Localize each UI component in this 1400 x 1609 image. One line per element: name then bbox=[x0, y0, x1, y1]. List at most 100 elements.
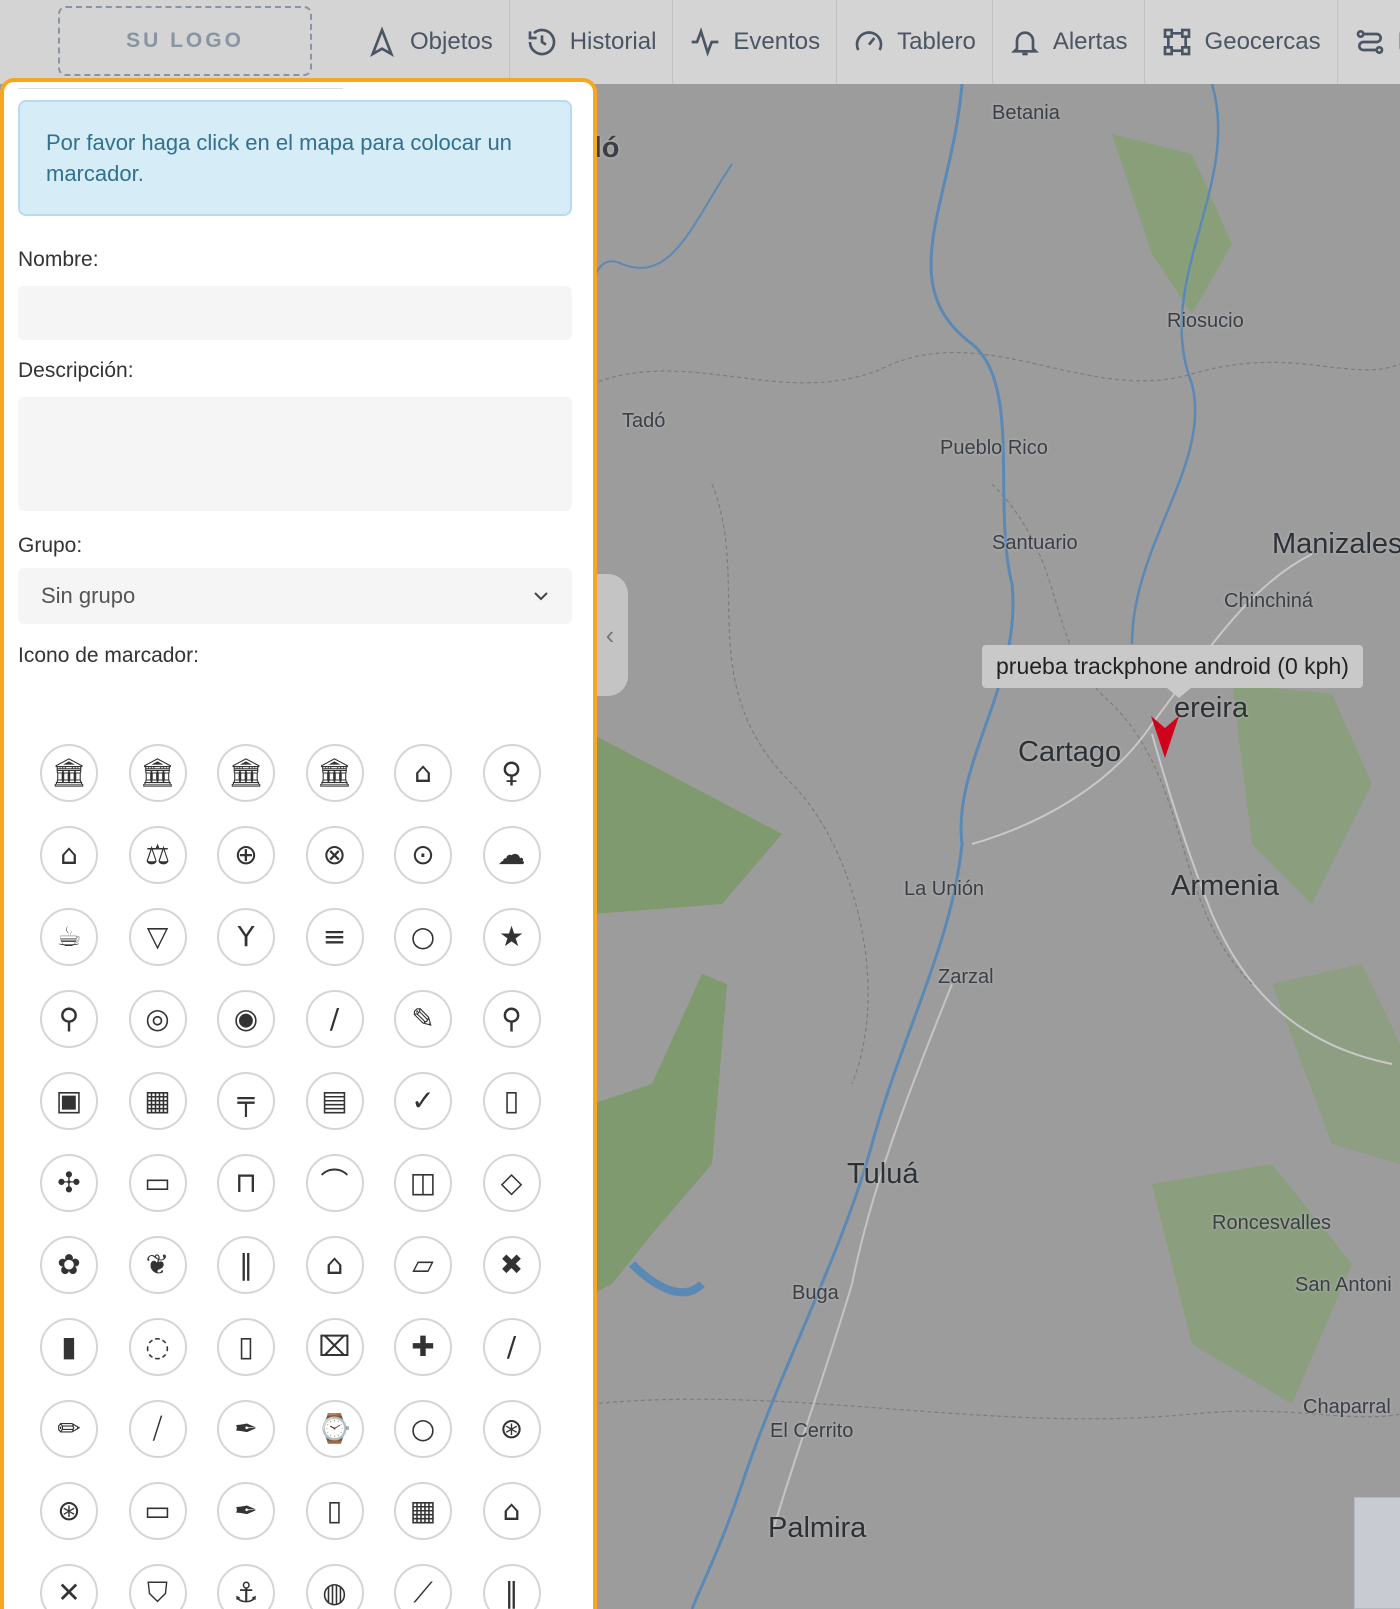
nav-historial[interactable]: Historial bbox=[510, 0, 674, 84]
marker-icon-option[interactable]: ⌧ bbox=[305, 1318, 364, 1376]
marker-icon-option[interactable]: ☕ bbox=[40, 908, 98, 966]
name-input[interactable] bbox=[18, 286, 572, 340]
marker-icon-option[interactable]: ▯ bbox=[305, 1482, 364, 1540]
fence-icon: ‖ bbox=[239, 1248, 253, 1281]
marker-icon-option[interactable]: ⚖ bbox=[128, 826, 187, 884]
marker-icon-option[interactable]: ✚ bbox=[394, 1318, 452, 1376]
marker-icon-option[interactable]: ⧸ bbox=[128, 1400, 187, 1458]
marker-icon-option[interactable]: / bbox=[482, 1318, 541, 1376]
bank-off-icon: 🏛 bbox=[316, 756, 353, 789]
map-control[interactable] bbox=[1354, 1497, 1400, 1609]
marker-icon-option[interactable]: ▱ bbox=[394, 1236, 452, 1294]
marker-icon-option[interactable]: ★ bbox=[482, 908, 541, 966]
nav-label: Historial bbox=[569, 28, 657, 55]
marker-icon-option[interactable]: ✎ bbox=[394, 990, 452, 1048]
marker-icon-option[interactable]: ⌂ bbox=[394, 744, 452, 802]
map-view[interactable]: Betania dó Riosucio Tadó Pueblo Rico San… bbox=[592, 84, 1400, 1609]
marker-icon-option[interactable]: / bbox=[305, 990, 364, 1048]
marker-icon-option[interactable]: ⛉ bbox=[128, 1564, 187, 1609]
marker-icon-option[interactable]: ⌚ bbox=[305, 1400, 364, 1458]
tire-icon: ⊛ bbox=[57, 1494, 81, 1527]
nav-alertas[interactable]: Alertas bbox=[993, 0, 1145, 84]
marker-icon-option[interactable]: ◌ bbox=[128, 1318, 187, 1376]
marker-icon-option[interactable]: ⌂ bbox=[305, 1236, 364, 1294]
marker-icon-option[interactable]: ⌂ bbox=[40, 826, 98, 884]
group-select[interactable]: Sin grupo bbox=[18, 568, 572, 624]
marker-icon-option[interactable]: ▽ bbox=[128, 908, 187, 966]
marker-icon-option[interactable]: 🏛 bbox=[217, 744, 275, 802]
marker-icon-option[interactable]: ✓ bbox=[394, 1072, 452, 1130]
marker-icon-option[interactable]: ✕ bbox=[40, 1564, 98, 1609]
marker-icon-option[interactable]: ⊗ bbox=[305, 826, 364, 884]
marker-icon-option[interactable]: ‖ bbox=[217, 1236, 275, 1294]
marker-icon-option[interactable]: ‖ bbox=[482, 1564, 541, 1609]
magnifier-icon: ⚲ bbox=[501, 1002, 522, 1035]
marker-icon-option[interactable]: ♀ bbox=[482, 744, 541, 802]
map-label: San Antoni bbox=[1295, 1274, 1392, 1296]
marker-icon-option[interactable]: ☁ bbox=[482, 826, 541, 884]
map-label: Palmira bbox=[768, 1512, 867, 1544]
marker-icon-option[interactable]: ○ bbox=[394, 908, 452, 966]
marker-icon-option[interactable]: 🏛 bbox=[40, 744, 98, 802]
logo-placeholder[interactable]: SU LOGO bbox=[58, 6, 312, 76]
device-tooltip: prueba trackphone android (0 kph) bbox=[982, 645, 1363, 698]
marker-icon-option[interactable]: ▮ bbox=[40, 1318, 98, 1376]
description-textarea[interactable] bbox=[18, 397, 572, 511]
marker-icon-option[interactable]: ⚲ bbox=[482, 990, 541, 1048]
marker-icon-option[interactable]: ✣ bbox=[40, 1154, 98, 1212]
marker-icon-option[interactable]: ▭ bbox=[128, 1482, 187, 1540]
marker-icon-option[interactable]: ╤ bbox=[217, 1072, 275, 1130]
marker-icon-option[interactable]: 🏛 bbox=[305, 744, 364, 802]
marker-icon-option[interactable]: ◎ bbox=[128, 990, 187, 1048]
marker-icon-option[interactable]: ❦ bbox=[128, 1236, 187, 1294]
marker-icon-option[interactable]: ✿ bbox=[40, 1236, 98, 1294]
marker-icon-option[interactable]: ✏ bbox=[40, 1400, 98, 1458]
nav-rutas[interactable]: R bbox=[1338, 0, 1400, 84]
marker-icon-option[interactable]: ◫ bbox=[394, 1154, 452, 1212]
marker-icon-option[interactable]: Y bbox=[217, 908, 275, 966]
marker-icon-option[interactable]: 🏛 bbox=[128, 744, 187, 802]
device-marker-icon[interactable] bbox=[1149, 714, 1181, 760]
marker-icon-option[interactable]: ⊓ bbox=[217, 1154, 275, 1212]
wine-glass-icon: Y bbox=[237, 920, 255, 953]
icon-label: Icono de marcador: bbox=[18, 644, 199, 667]
lollipop-icon: ○ bbox=[410, 920, 436, 953]
plate-cutlery-icon: ⊗ bbox=[322, 838, 347, 871]
graduation-cap-icon: ⌂ bbox=[502, 1494, 521, 1527]
marker-icon-option[interactable]: ≡ bbox=[305, 908, 364, 966]
marker-icon-option[interactable]: ⚲ bbox=[40, 990, 98, 1048]
nav-eventos[interactable]: Eventos bbox=[673, 0, 838, 84]
marker-icon-option[interactable]: ▦ bbox=[128, 1072, 187, 1130]
marker-icon-option[interactable]: ◇ bbox=[482, 1154, 541, 1212]
marker-icon-option[interactable]: ⌒ bbox=[305, 1154, 364, 1212]
marker-icon-option[interactable]: ✒ bbox=[217, 1482, 275, 1540]
marker-icon-option[interactable]: ○ bbox=[394, 1400, 452, 1458]
marker-icon-option[interactable]: ▤ bbox=[305, 1072, 364, 1130]
brush-icon: ✎ bbox=[411, 1002, 435, 1035]
marker-icon-option[interactable]: ▦ bbox=[394, 1482, 452, 1540]
marker-icon-option[interactable]: ▯ bbox=[217, 1318, 275, 1376]
name-label: Nombre: bbox=[18, 248, 99, 271]
map-label: Roncesvalles bbox=[1212, 1212, 1331, 1234]
marker-icon-option[interactable]: ⊙ bbox=[394, 826, 452, 884]
nav-geocercas[interactable]: Geocercas bbox=[1145, 0, 1338, 84]
marker-icon-option[interactable]: ⊛ bbox=[482, 1400, 541, 1458]
marker-icon-option[interactable]: ✖ bbox=[482, 1236, 541, 1294]
tape-icon: ◉ bbox=[233, 1002, 259, 1035]
marker-icon-option[interactable]: ⊕ bbox=[217, 826, 275, 884]
chevron-down-icon bbox=[534, 592, 548, 601]
nav-objetos[interactable]: Objetos bbox=[350, 0, 510, 84]
marker-icon-option[interactable]: ⌂ bbox=[482, 1482, 541, 1540]
marker-icon-option[interactable]: ✒ bbox=[217, 1400, 275, 1458]
nav-tablero[interactable]: Tablero bbox=[837, 0, 993, 84]
marker-icon-option[interactable]: ▭ bbox=[128, 1154, 187, 1212]
marker-icon-option[interactable]: ⚓ bbox=[217, 1564, 275, 1609]
marker-icon-option[interactable]: ◍ bbox=[305, 1564, 364, 1609]
marker-icon-option[interactable]: ⟋ bbox=[394, 1564, 452, 1609]
panel-collapse-toggle[interactable]: ‹ bbox=[592, 574, 628, 696]
marker-icon-option[interactable]: ⊛ bbox=[40, 1482, 98, 1540]
marker-icon-option[interactable]: ▣ bbox=[40, 1072, 98, 1130]
marker-icon-option[interactable]: ◉ bbox=[217, 990, 275, 1048]
marker-icon-option[interactable]: ▯ bbox=[482, 1072, 541, 1130]
nav-label: Objetos bbox=[410, 28, 493, 55]
